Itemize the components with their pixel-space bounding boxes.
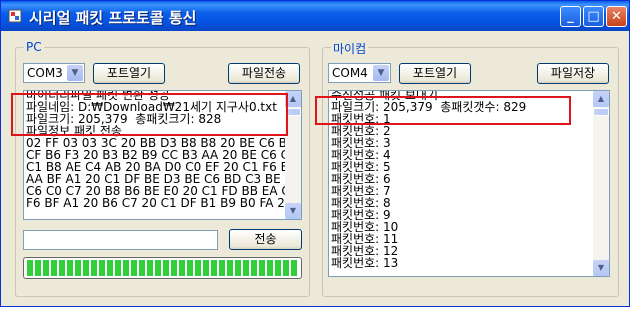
- send-file-button[interactable]: 파일전송: [228, 63, 300, 84]
- mcu-file-info-highlight: [315, 96, 571, 125]
- pc-open-port-button[interactable]: 포트열기: [93, 63, 165, 84]
- mcu-open-port-button[interactable]: 포트열기: [399, 63, 471, 84]
- progress-fill: [27, 260, 298, 276]
- scroll-thumb[interactable]: [593, 108, 609, 116]
- send-button[interactable]: 전송: [229, 229, 302, 250]
- pc-file-info-highlight: [11, 93, 288, 136]
- pc-port-select[interactable]: COM3 ▼: [23, 63, 85, 83]
- close-button[interactable]: ✕: [606, 6, 627, 27]
- mcu-log-line: 패킷번호: 13: [331, 256, 399, 270]
- chevron-down-icon[interactable]: ▼: [67, 65, 83, 81]
- transfer-progress-bar: [23, 257, 302, 279]
- save-file-button[interactable]: 파일저장: [537, 63, 609, 84]
- pc-log-line: F6 BF A1 20 B6 C7 20 C1 DF B1 B9 B0 FA 2…: [26, 196, 293, 210]
- scroll-down-icon[interactable]: ▼: [593, 260, 609, 276]
- scroll-down-icon[interactable]: ▼: [285, 203, 301, 219]
- mcu-port-value: COM4: [332, 66, 368, 80]
- minimize-button[interactable]: _: [560, 6, 581, 27]
- mcu-log-scrollbar[interactable]: ▲ ▼: [593, 91, 609, 276]
- send-text-input[interactable]: [23, 230, 218, 250]
- app-window: 시리얼 패킷 프로토콜 통신 _ □ ✕ PC COM3 ▼ 포트열기 파일전송…: [0, 0, 630, 307]
- title-bar[interactable]: 시리얼 패킷 프로토콜 통신 _ □ ✕: [1, 1, 629, 31]
- scroll-up-icon[interactable]: ▲: [593, 91, 609, 107]
- chevron-down-icon[interactable]: ▼: [373, 65, 389, 81]
- pc-group-label: PC: [24, 40, 44, 54]
- mcu-group-label: 마이컴: [331, 40, 369, 57]
- mcu-port-select[interactable]: COM4 ▼: [328, 63, 391, 83]
- window-title: 시리얼 패킷 프로토콜 통신: [29, 9, 197, 27]
- app-icon: [8, 9, 22, 23]
- pc-port-value: COM3: [27, 66, 63, 80]
- maximize-button[interactable]: □: [583, 6, 604, 27]
